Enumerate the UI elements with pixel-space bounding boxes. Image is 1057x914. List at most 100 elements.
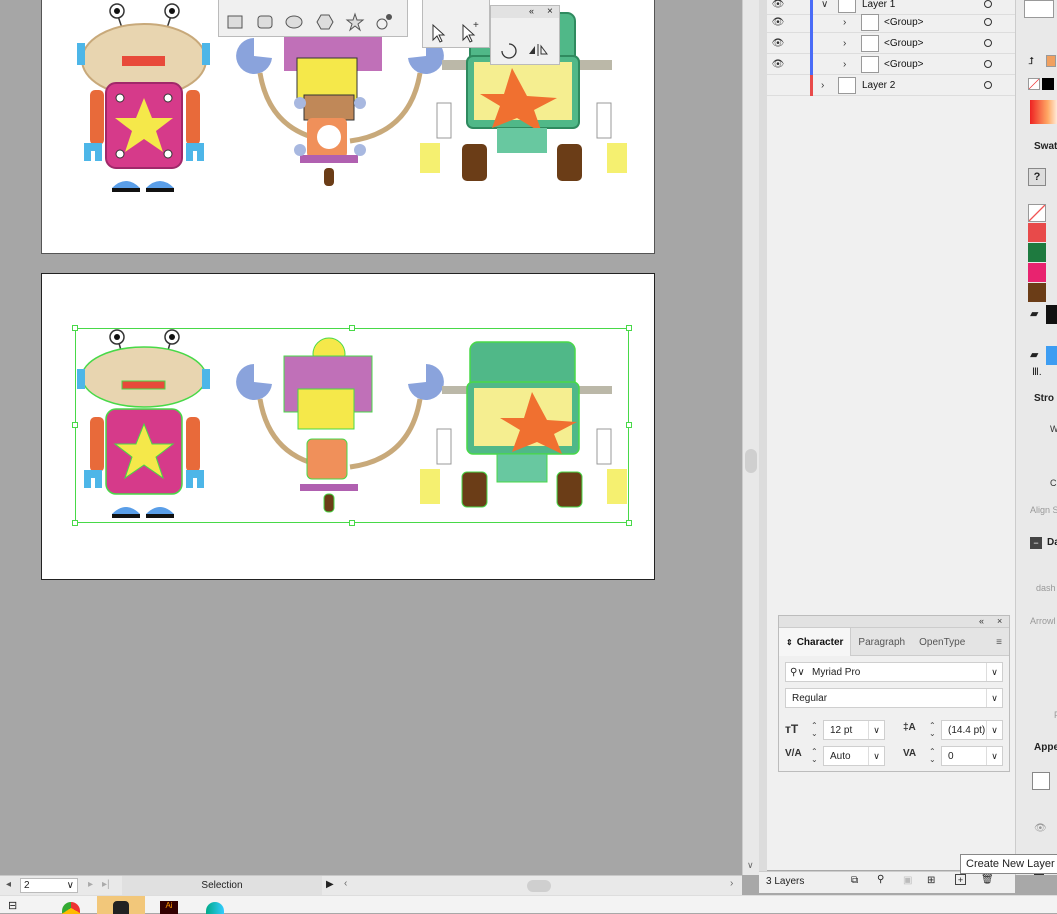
chevron-down-icon[interactable]: ∨: [986, 663, 1002, 681]
panel-menu-icon[interactable]: ≡: [989, 628, 1009, 656]
chevron-down-icon[interactable]: ∨: [986, 721, 1002, 739]
kerning-stepper[interactable]: ⌃ ⌄: [811, 748, 818, 764]
flare-icon[interactable]: [376, 14, 392, 30]
collapse-icon[interactable]: «: [979, 616, 984, 626]
chevron-right-icon[interactable]: ›: [821, 80, 824, 91]
font-size-field[interactable]: 12 pt ∨: [823, 720, 885, 740]
folder-icon[interactable]: ▰: [1030, 307, 1038, 320]
swatch-brown[interactable]: [1028, 283, 1046, 302]
scroll-thumb[interactable]: [745, 449, 757, 473]
visibility-eye-icon[interactable]: 👁: [771, 33, 785, 54]
selection-handle-tr[interactable]: [626, 325, 632, 331]
chevron-right-icon[interactable]: ›: [843, 59, 846, 70]
selection-handle-br[interactable]: [626, 520, 632, 526]
selection-handle-bm[interactable]: [349, 520, 355, 526]
layer-row-layer-2[interactable]: › Layer 2: [767, 75, 1015, 96]
swatch-blue[interactable]: [1046, 346, 1057, 365]
folder-icon[interactable]: ▰: [1030, 348, 1038, 361]
font-size-stepper[interactable]: ⌃ ⌄: [811, 722, 818, 738]
selection-bounding-box[interactable]: [75, 328, 629, 523]
selection-handle-tl[interactable]: [72, 325, 78, 331]
swatches-tab[interactable]: Swatc: [1034, 141, 1057, 152]
chrome-icon[interactable]: [62, 902, 80, 914]
layer-row-group-2[interactable]: 👁 › <Group>: [767, 33, 1015, 54]
task-view-icon[interactable]: ⊟: [8, 899, 17, 912]
close-icon[interactable]: ×: [547, 6, 553, 17]
horizontal-scroll-thumb[interactable]: [527, 880, 551, 892]
layer-name[interactable]: <Group>: [884, 59, 923, 70]
kerning-field[interactable]: Auto ∨: [823, 746, 885, 766]
tab-character[interactable]: ⇕ Character: [779, 628, 852, 656]
reflect-icon[interactable]: [529, 44, 548, 56]
visibility-eye-icon[interactable]: 👁: [1034, 823, 1047, 834]
target-circle-icon[interactable]: [984, 39, 992, 47]
scroll-right-icon[interactable]: ›: [730, 878, 733, 889]
font-family-field[interactable]: ⚲∨ Myriad Pro ∨: [785, 662, 1003, 682]
fill-stroke-widget[interactable]: [1024, 0, 1054, 18]
appearance-panel-tab[interactable]: Appe: [1034, 742, 1057, 753]
visibility-eye-icon[interactable]: 👁: [771, 12, 785, 33]
chevron-right-icon[interactable]: ›: [843, 17, 846, 28]
close-icon[interactable]: ×: [997, 616, 1002, 626]
canvas-vertical-scrollbar[interactable]: ∨: [742, 0, 759, 875]
chevron-down-icon[interactable]: ∨: [986, 689, 1002, 707]
square-icon[interactable]: [1034, 874, 1044, 875]
color-spectrum[interactable]: [1030, 100, 1057, 124]
layer-name[interactable]: <Group>: [884, 38, 923, 49]
search-icon[interactable]: ⚲: [877, 874, 884, 885]
next-artboard-icon[interactable]: ▸: [88, 879, 93, 890]
prev-artboard-icon[interactable]: ◂: [6, 879, 11, 890]
last-artboard-icon[interactable]: ▸|: [102, 879, 110, 890]
status-menu-arrow-icon[interactable]: ▶: [326, 879, 334, 890]
selection-handle-tm[interactable]: [349, 325, 355, 331]
tab-opentype[interactable]: OpenType: [912, 628, 972, 656]
selection-handle-ml[interactable]: [72, 422, 78, 428]
swatch-red[interactable]: [1028, 223, 1046, 242]
chevron-down-icon[interactable]: ∨: [868, 747, 884, 765]
swatch-pink[interactable]: [1028, 263, 1046, 282]
layer-name[interactable]: Layer 1: [862, 0, 895, 10]
edge-icon[interactable]: [206, 902, 224, 914]
target-circle-icon[interactable]: [984, 0, 992, 8]
taskbar-active-app[interactable]: [97, 896, 145, 914]
layer-row-group-1[interactable]: 👁 › <Group>: [767, 12, 1015, 33]
rounded-rectangle-icon[interactable]: [257, 15, 273, 29]
star-icon[interactable]: [345, 12, 365, 32]
selection-handle-bl[interactable]: [72, 520, 78, 526]
stroke-panel-tab[interactable]: Stro: [1034, 393, 1054, 404]
clipping-mask-icon[interactable]: ▣: [903, 875, 912, 886]
library-icon[interactable]: Ⅲ.: [1032, 367, 1042, 378]
leading-stepper[interactable]: ⌃ ⌄: [929, 722, 936, 738]
status-tool-label[interactable]: Selection: [122, 876, 322, 895]
help-icon[interactable]: ?: [1028, 168, 1046, 186]
swatch-black[interactable]: [1046, 305, 1057, 324]
new-sublayer-icon[interactable]: ⊞: [927, 875, 935, 886]
chevron-right-icon[interactable]: ›: [843, 38, 846, 49]
collapse-icon[interactable]: «: [529, 6, 534, 16]
artboard-1[interactable]: [41, 0, 655, 254]
scroll-down-icon[interactable]: ∨: [747, 860, 754, 871]
ellipse-icon[interactable]: [285, 15, 303, 29]
swatch-green[interactable]: [1028, 243, 1046, 262]
rotate-icon[interactable]: [501, 43, 517, 59]
new-layer-icon[interactable]: +: [955, 874, 966, 885]
none-swatch-icon[interactable]: [1028, 78, 1040, 90]
scroll-left-icon[interactable]: ‹: [344, 878, 347, 889]
artboard-2[interactable]: [41, 273, 655, 580]
target-circle-icon[interactable]: [984, 81, 992, 89]
export-icon[interactable]: ⧉: [851, 875, 858, 886]
font-style-field[interactable]: Regular ∨: [785, 688, 1003, 708]
rectangle-icon[interactable]: [227, 15, 243, 29]
chevron-down-icon[interactable]: ∨: [868, 721, 884, 739]
target-circle-icon[interactable]: [984, 18, 992, 26]
leading-field[interactable]: (14.4 pt) ∨: [941, 720, 1003, 740]
layer-name[interactable]: Layer 2: [862, 80, 895, 91]
tracking-stepper[interactable]: ⌃ ⌄: [929, 748, 936, 764]
none-swatch[interactable]: [1028, 204, 1046, 222]
tracking-field[interactable]: 0 ∨: [941, 746, 1003, 766]
layer-name[interactable]: <Group>: [884, 17, 923, 28]
polygon-icon[interactable]: [316, 14, 334, 30]
direct-selection-icon[interactable]: [432, 23, 446, 43]
dashed-line-checkbox[interactable]: −: [1030, 537, 1042, 549]
artboard-canvas[interactable]: + «×: [0, 0, 742, 875]
